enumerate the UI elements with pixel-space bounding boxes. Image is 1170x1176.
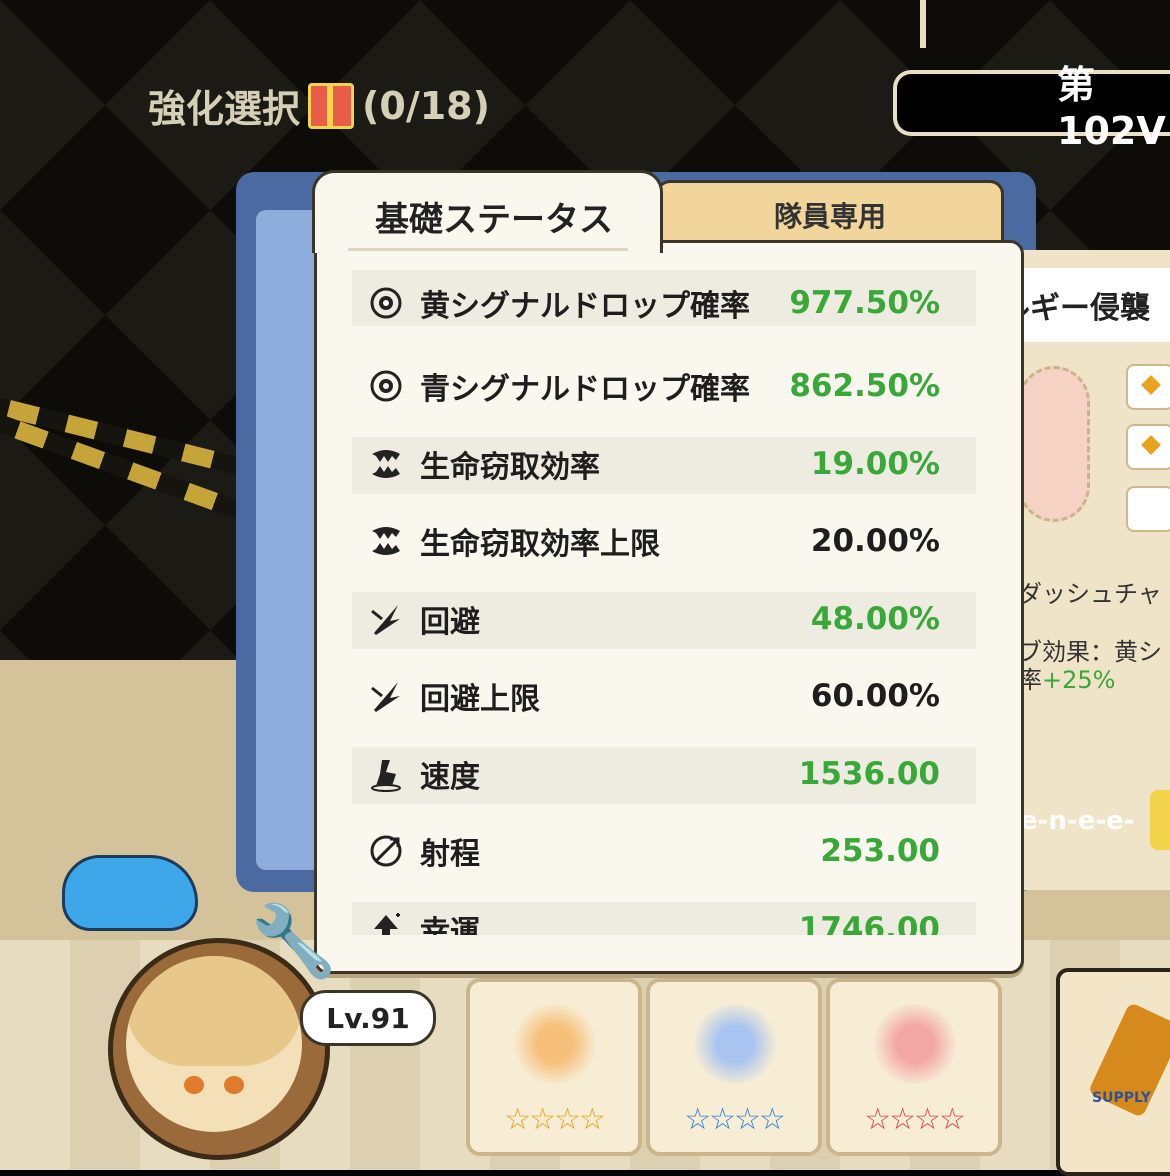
player-level-label: Lv.91 [326, 1001, 410, 1035]
right-card-text-1: ダッシュチャ [1018, 580, 1162, 608]
stats-list[interactable]: 黄シグナルドロップ確率 977.50% 青シグナルドロップ確率 862.50% 生命窃取… [352, 270, 976, 935]
wave-counter: 第102V [893, 63, 1170, 153]
tab-basic-status-label: 基礎ステータス [375, 200, 613, 240]
star-rating: ☆☆☆☆ [684, 1102, 786, 1137]
right-card-button[interactable] [1150, 790, 1170, 850]
skill-art-icon [510, 1004, 600, 1084]
signal-drop-icon [366, 283, 406, 323]
tab-member-only[interactable]: 隊員専用 [656, 180, 1004, 247]
right-card-portrait [1018, 366, 1090, 522]
wrench-icon[interactable]: 🔧 [250, 900, 337, 983]
right-card-text-3: 率+25% [1018, 660, 1115, 695]
stat-label: 黄シグナルドロップ確率 [420, 288, 750, 324]
stat-row: 生命窃取効率 19.00% [352, 425, 976, 503]
right-card-header: ルギー侵襲 [1000, 268, 1170, 342]
stat-row: 回避 48.00% [352, 580, 976, 658]
stat-label: 回避 [420, 604, 480, 640]
stat-value: 977.50% [789, 284, 940, 321]
dodge-icon [366, 599, 406, 639]
stat-value: 48.00% [810, 600, 940, 637]
enhance-select-count: (0/18) [362, 83, 490, 128]
stat-row: 青シグナルドロップ確率 862.50% [352, 348, 976, 426]
stat-row: 生命窃取効率上限 20.00% [352, 503, 976, 581]
supply-label: SUPPLY [1092, 1090, 1151, 1106]
right-card-slot [1126, 486, 1170, 532]
enhance-select-title: 強化選択 [148, 87, 301, 131]
stat-label: 青シグナルドロップ確率 [420, 372, 750, 408]
skill-art-icon [870, 1004, 960, 1084]
stat-value: 253.00 [820, 833, 940, 870]
luck-icon [366, 909, 406, 935]
wave-label: 第102V [1057, 62, 1166, 153]
range-icon [366, 831, 406, 871]
right-card-bonus-value: +25% [1042, 666, 1116, 694]
fang-icon [366, 521, 406, 561]
right-upgrade-card[interactable] [1000, 250, 1170, 890]
skill-red-card[interactable]: ☆☆☆☆ [826, 978, 1002, 1156]
star-rating: ☆☆☆☆ [864, 1102, 966, 1137]
player-level: Lv.91 [300, 990, 436, 1046]
skill-orange-card[interactable]: ☆☆☆☆ [466, 978, 642, 1156]
stat-row: 幸運 1746.00 [352, 890, 976, 935]
stat-value: 862.50% [789, 368, 940, 405]
avatar-eye [184, 1076, 204, 1094]
stat-label: 生命窃取効率上限 [420, 527, 660, 563]
right-card-chain: e-n-e-e- [1020, 806, 1135, 836]
stat-label: 生命窃取効率 [420, 449, 600, 485]
stat-row: 射程 253.00 [352, 813, 976, 891]
gift-icon [308, 82, 355, 129]
stat-value: 1746.00 [798, 910, 940, 935]
stat-value: 60.00% [810, 678, 940, 715]
skill-blue-card[interactable]: ☆☆☆☆ [646, 978, 822, 1156]
avatar-eye [224, 1076, 244, 1094]
wave-hanger [920, 0, 926, 48]
stat-value: 19.00% [810, 445, 940, 482]
stat-label: 回避上限 [420, 682, 540, 718]
tab-member-only-label: 隊員専用 [773, 200, 886, 233]
stat-label: 速度 [420, 759, 480, 795]
stat-label: 幸運 [420, 914, 480, 935]
stat-value: 20.00% [810, 523, 940, 560]
dodge-icon [366, 676, 406, 716]
stat-row: 速度 1536.00 [352, 735, 976, 813]
star-rating: ☆☆☆☆ [504, 1102, 606, 1137]
tab-underline [348, 248, 628, 251]
stat-row: 黄シグナルドロップ確率 977.50% [352, 270, 976, 348]
enhance-select-header: 強化選択 (0/18) [148, 78, 490, 133]
stat-value: 1536.00 [798, 755, 940, 792]
sleeping-cat [62, 855, 198, 931]
stat-label: 射程 [420, 837, 480, 873]
fang-icon [366, 444, 406, 484]
signal-drop-icon [366, 366, 406, 406]
stat-row: 回避上限 60.00% [352, 658, 976, 736]
speed-icon [366, 754, 406, 794]
skill-art-icon [690, 1004, 780, 1084]
